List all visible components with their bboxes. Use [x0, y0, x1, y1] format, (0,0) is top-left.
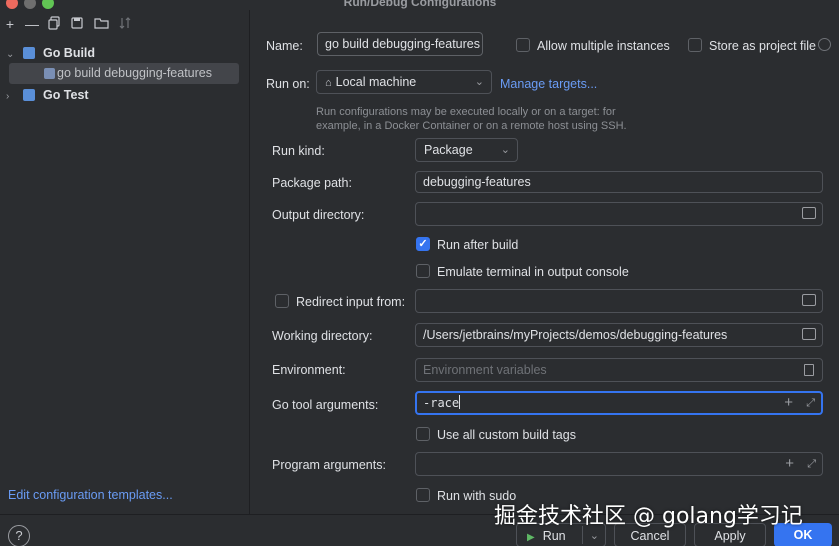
run-on-hint-line-1: Run configurations may be executed local… — [316, 106, 616, 118]
name-label: Name: — [266, 39, 303, 53]
emulate-terminal-label: Emulate terminal in output console — [437, 265, 629, 279]
chevron-right-icon: › — [6, 91, 10, 102]
redirect-input-checkbox[interactable] — [275, 294, 289, 308]
store-project-checkbox[interactable] — [688, 38, 702, 52]
sort-icon[interactable] — [117, 16, 133, 32]
folder-icon[interactable] — [802, 294, 816, 306]
go-tool-args-input[interactable]: -race + ⤢ — [415, 391, 823, 415]
run-with-sudo-checkbox[interactable] — [416, 488, 430, 502]
environment-label: Environment: — [272, 363, 346, 377]
go-tool-args-label: Go tool arguments: — [272, 398, 379, 412]
go-build-icon — [23, 47, 36, 59]
plus-icon[interactable]: + — [785, 453, 794, 475]
package-path-input[interactable]: debugging-features — [415, 171, 823, 193]
run-on-label: Run on: — [266, 77, 310, 91]
tree-item-go-build-debugging-features[interactable]: go build debugging-features — [44, 63, 212, 84]
text-cursor — [459, 395, 461, 409]
save-icon[interactable] — [69, 16, 85, 32]
allow-multiple-label: Allow multiple instances — [537, 39, 670, 53]
environment-placeholder: Environment variables — [423, 363, 547, 377]
redirect-input-field[interactable] — [415, 289, 823, 313]
tree-group-label: Go Build — [42, 46, 96, 60]
emulate-terminal-checkbox[interactable] — [416, 264, 430, 278]
window-title: Run/Debug Configurations — [343, 0, 497, 9]
program-args-label: Program arguments: — [272, 458, 386, 472]
tree-group-go-test[interactable]: › Go Test — [6, 84, 89, 106]
add-icon[interactable]: + — [2, 16, 18, 32]
plus-icon[interactable]: + — [784, 393, 793, 413]
run-kind-select[interactable]: Package ⌄ — [415, 138, 518, 162]
remove-icon[interactable]: — — [24, 16, 40, 32]
watermark: 掘金技术社区 @ golang学习记 — [494, 504, 803, 529]
redirect-input-label: Redirect input from: — [296, 295, 406, 309]
run-on-select[interactable]: ⌂ Local machine ⌄ — [316, 70, 492, 94]
working-dir-value: /Users/jetbrains/myProjects/demos/debugg… — [423, 328, 728, 342]
help-button[interactable]: ? — [8, 525, 30, 546]
run-after-build-checkbox[interactable]: ✓ — [416, 237, 430, 251]
chevron-down-icon: ⌄ — [474, 76, 484, 88]
go-config-icon — [44, 68, 55, 79]
go-test-icon — [23, 89, 36, 101]
environment-input[interactable]: Environment variables — [415, 358, 823, 382]
name-input[interactable]: go build debugging-features — [317, 32, 483, 56]
run-button-label: Run — [542, 529, 566, 543]
go-tool-args-value: -race — [423, 396, 460, 410]
run-kind-value: Package — [424, 143, 473, 157]
gear-icon[interactable] — [818, 38, 831, 51]
allow-multiple-checkbox[interactable] — [516, 38, 530, 52]
tree-group-go-build[interactable]: ⌄ Go Build — [6, 42, 95, 64]
output-dir-input[interactable] — [415, 202, 823, 226]
play-icon: ▶ — [527, 532, 535, 543]
run-on-hint-line-2: example, in a Docker Container or on a r… — [316, 120, 627, 132]
run-after-build-label: Run after build — [437, 238, 519, 252]
home-icon: ⌂ — [325, 77, 332, 89]
edit-templates-link[interactable]: Edit configuration templates... — [8, 488, 173, 502]
tree-item-label: go build debugging-features — [57, 66, 212, 80]
working-dir-input[interactable]: /Users/jetbrains/myProjects/demos/debugg… — [415, 323, 823, 347]
manage-targets-link[interactable]: Manage targets... — [500, 76, 597, 92]
program-args-input[interactable]: + ⤢ — [415, 452, 823, 476]
store-project-label: Store as project file — [709, 39, 816, 53]
folder-icon[interactable] — [802, 207, 816, 219]
move-to-folder-icon[interactable] — [93, 16, 109, 32]
copy-icon[interactable] — [46, 16, 62, 32]
output-dir-label: Output directory: — [272, 208, 365, 222]
package-path-label: Package path: — [272, 176, 352, 190]
custom-tags-label: Use all custom build tags — [437, 428, 576, 442]
custom-tags-checkbox[interactable] — [416, 427, 430, 441]
run-kind-label: Run kind: — [272, 144, 325, 158]
folder-icon[interactable] — [802, 328, 816, 340]
expand-icon[interactable]: ⤢ — [806, 393, 815, 413]
chevron-down-icon: ⌄ — [500, 144, 510, 156]
working-dir-label: Working directory: — [272, 329, 373, 343]
tree-group-label: Go Test — [42, 88, 89, 102]
expand-icon[interactable]: ⤢ — [807, 453, 816, 475]
run-on-value: Local machine — [335, 75, 417, 89]
document-icon[interactable] — [804, 364, 814, 376]
